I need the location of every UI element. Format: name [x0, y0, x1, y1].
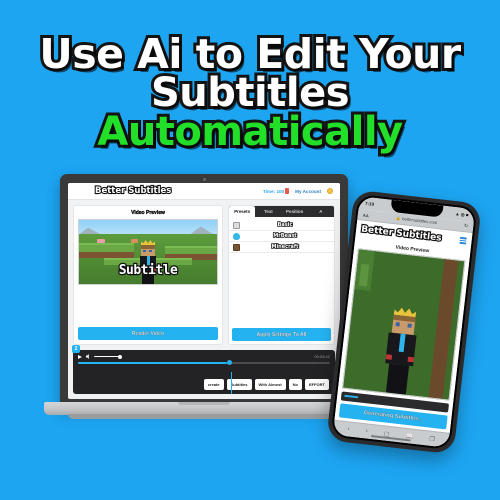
- app-header-right: Time: 100 My Account: [263, 188, 333, 194]
- status-time: 7:19: [364, 200, 375, 207]
- character-legs: [385, 363, 410, 395]
- headline-line-2: Subtitles Automatically: [0, 70, 500, 156]
- tab-position[interactable]: Position: [282, 206, 308, 217]
- text-size-button[interactable]: AA: [363, 212, 370, 218]
- playhead[interactable]: [231, 372, 233, 394]
- time-credits: Time: 100: [263, 188, 290, 194]
- progress-bar[interactable]: [78, 360, 330, 366]
- timecode: 00:03:42: [314, 354, 330, 359]
- apply-settings-button[interactable]: Apply Settings To All: [232, 328, 331, 341]
- character-eye-left: [395, 322, 400, 327]
- settings-panel: Presets Text Position A Basic MrBeast Mi…: [228, 205, 335, 345]
- back-icon[interactable]: ‹: [347, 426, 350, 432]
- list-item[interactable]: MrBeast: [229, 231, 334, 242]
- timeline-badge: 2: [72, 345, 80, 353]
- scene-tree-trunk: [428, 259, 459, 399]
- avatar[interactable]: [327, 188, 333, 194]
- webcam-icon: [202, 177, 206, 181]
- volume-slider[interactable]: [94, 354, 122, 358]
- headline-white-part: Subtitles: [148, 70, 353, 117]
- my-account-link[interactable]: My Account: [295, 189, 321, 194]
- laptop-screen: Better Subtitles Time: 100 My Account Vi…: [68, 183, 340, 399]
- subtitle-chip[interactable]: No: [288, 379, 302, 390]
- subtitle-chip-track: create Subtitles With Almost No EFFORT: [73, 379, 335, 390]
- preset-label: Basic: [277, 221, 293, 229]
- app-header: Better Subtitles Time: 100 My Account: [68, 183, 340, 200]
- subtitle-chip[interactable]: With Almost: [254, 379, 286, 390]
- play-icon[interactable]: [78, 354, 82, 359]
- droplet-icon: [233, 232, 240, 240]
- laptop-foot: [68, 414, 340, 419]
- scene-cow: [131, 239, 138, 244]
- headline-line-1: Use Ai to Edit Your: [36, 30, 464, 78]
- credit-icon: [285, 188, 290, 194]
- character-eye-right: [407, 323, 412, 328]
- phone-screen: 7:19 ▲ ◎ ■ AA 🔒 bettersubtitles.com ↻ Be…: [332, 196, 476, 448]
- scene-dirt-1: [79, 252, 135, 259]
- tabs-icon[interactable]: ❐: [429, 435, 435, 443]
- phone-app-body: Video Preview Generating Subtitles...: [334, 236, 471, 433]
- subtitle-chip[interactable]: EFFORT: [305, 379, 329, 390]
- status-indicators: ▲ ◎ ■: [455, 210, 469, 218]
- preset-label: MrBeast: [272, 232, 297, 240]
- phone-bezel: 7:19 ▲ ◎ ■ AA 🔒 bettersubtitles.com ↻ Be…: [330, 193, 478, 451]
- render-video-button[interactable]: Render Video: [78, 327, 218, 340]
- app-body: Video Preview Subtitle Render Video Pres…: [68, 200, 340, 350]
- forward-icon[interactable]: ›: [365, 428, 368, 434]
- video-preview-title: Video Preview: [131, 210, 165, 216]
- list-item[interactable]: Basic: [229, 220, 334, 231]
- presets-list: Basic MrBeast Minecraft: [229, 217, 334, 325]
- hamburger-menu-icon[interactable]: [459, 236, 467, 245]
- timeline-controls: 00:03:42: [78, 354, 330, 359]
- tab-presets[interactable]: Presets: [229, 206, 256, 217]
- progress-handle[interactable]: [226, 360, 232, 366]
- headline-green-part: Automatically: [94, 109, 406, 156]
- reload-icon[interactable]: ↻: [464, 223, 469, 229]
- timeline-panel: 2 00:03:42 create Subtitles With Almost …: [72, 345, 335, 394]
- character-eye-left: [143, 249, 146, 253]
- settings-tabs: Presets Text Position A: [229, 206, 334, 217]
- subtitle-chip[interactable]: create: [203, 379, 224, 390]
- scene-terrace-2: [164, 245, 217, 254]
- left-panel-spacer: [78, 285, 218, 327]
- volume-icon[interactable]: [86, 354, 89, 359]
- headline: Use Ai to Edit Your Subtitles Automatica…: [0, 30, 500, 156]
- character-hair: [141, 245, 155, 249]
- square-icon: [233, 221, 240, 229]
- laptop-lid: Better Subtitles Time: 100 My Account Vi…: [60, 174, 348, 407]
- scene-terrace-1: [79, 243, 135, 253]
- video-preview-canvas[interactable]: [342, 248, 466, 401]
- settings-panel-footer: Apply Settings To All: [229, 325, 334, 344]
- video-preview-panel: Video Preview Subtitle Render Video: [73, 205, 223, 345]
- phone-shell: 7:19 ▲ ◎ ■ AA 🔒 bettersubtitles.com ↻ Be…: [326, 189, 482, 455]
- app-brand-logo: Better Subtitles: [94, 185, 173, 197]
- video-preview-canvas[interactable]: Subtitle: [78, 219, 218, 285]
- tab-advanced[interactable]: A: [308, 206, 334, 217]
- scene-pig: [97, 239, 105, 244]
- phone-mockup: 7:19 ▲ ◎ ■ AA 🔒 bettersubtitles.com ↻ Be…: [326, 189, 482, 455]
- subtitle-overlay-text: Subtitle: [117, 262, 179, 279]
- tab-text[interactable]: Text: [255, 206, 281, 217]
- character-cuff-right: [407, 356, 415, 363]
- character-cuff-left: [385, 354, 393, 360]
- preset-label: Minecraft: [271, 243, 300, 251]
- scene-character: [379, 306, 423, 395]
- progress-fill: [78, 362, 227, 364]
- list-item[interactable]: Minecraft: [229, 242, 334, 253]
- character-eye-right: [149, 249, 152, 253]
- laptop-mockup: Better Subtitles Time: 100 My Account Vi…: [44, 174, 364, 424]
- dirt-block-icon: [233, 243, 240, 251]
